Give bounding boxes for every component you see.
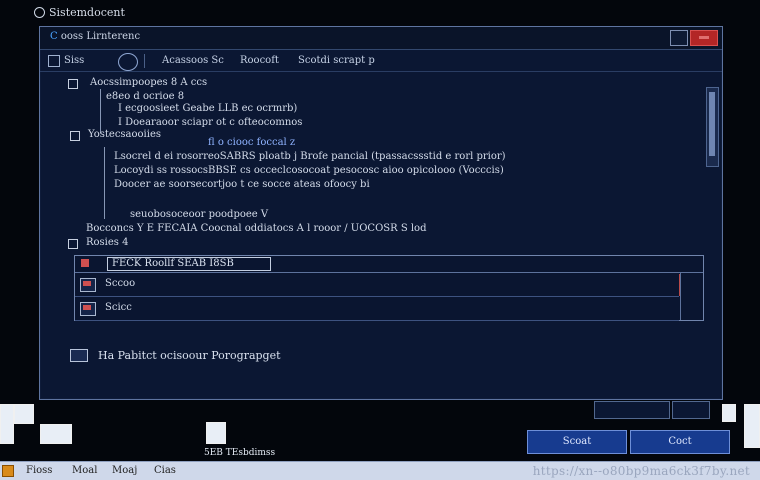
tree-node[interactable]: I ecgoosieet Geabe LLB ec ocrmrb)	[118, 103, 297, 114]
taskbar-item[interactable]: Fioss	[26, 465, 52, 476]
cancel-button[interactable]: Coct	[630, 430, 730, 454]
app-logo-icon	[34, 7, 45, 18]
start-icon[interactable]	[2, 465, 14, 477]
toolbar-refresh-icon[interactable]	[118, 53, 138, 71]
filter-header-icon	[81, 259, 89, 267]
tree-node[interactable]: I Doearaoor sciapr ot c ofteocomnos	[118, 117, 302, 128]
window-title-text: ooss Lirnterenc	[60, 31, 141, 42]
tree-node-root[interactable]: Aocssimpoopes 8 A ccs	[90, 77, 207, 88]
toolbar-separator	[144, 54, 145, 68]
tree-connector	[100, 89, 101, 133]
tree-node[interactable]: seuobosoceoor poodpoee V	[130, 209, 268, 220]
window-title-prefix: C	[50, 31, 58, 42]
tree-node[interactable]: Lsocrel d ei rosorreoSABRS ploatb j Brof…	[114, 151, 506, 162]
tree-node[interactable]: Locoydi ss rossocsBBSE cs occeclcosocoat…	[114, 165, 504, 176]
desktop-tile[interactable]	[744, 404, 760, 448]
status-text: Ha Pabitct ocisoour Porograpget	[98, 349, 281, 362]
close-button[interactable]	[690, 30, 718, 46]
desktop-tile[interactable]	[206, 422, 226, 444]
tree-node-extra: fl o ciooc foccal z	[208, 137, 296, 148]
window-titlebar[interactable]: C ooss Lirnterenc	[40, 27, 722, 50]
tree-node[interactable]: Doocer ae soorsecortjoo t ce socce ateas…	[114, 179, 370, 190]
app-title-text: Sistemdocent	[49, 6, 125, 19]
toolbar-item-4[interactable]: Scotdi scrapt p	[298, 55, 375, 66]
program-icon	[70, 349, 88, 362]
tree-expander-icon[interactable]	[68, 239, 78, 249]
taskbar-item[interactable]: Moaj	[112, 465, 137, 476]
app-title: Sistemdocent	[34, 6, 125, 19]
taskbar-item[interactable]: Moal	[72, 465, 97, 476]
inner-blank-button[interactable]	[594, 401, 670, 419]
inner-icon-button[interactable]	[672, 401, 710, 419]
tree-node-second[interactable]: Yostecsaooiies	[88, 129, 161, 140]
list-item[interactable]: Scicc	[75, 298, 679, 321]
tree-connector	[104, 147, 105, 219]
maximize-button[interactable]	[670, 30, 688, 46]
row-label: Scicc	[105, 302, 132, 313]
watermark-text: https://xn--o80bp9ma6ck3f7by.net	[532, 464, 750, 478]
tree-expander-icon[interactable]	[70, 131, 80, 141]
toolbar-item-1[interactable]: Siss	[64, 55, 84, 66]
filter-header: FECK Roollf SEAB I8SB	[75, 256, 703, 273]
window-title: C ooss Lirnterenc	[50, 31, 140, 42]
desktop-label: 5EB TEsbdimss	[204, 448, 276, 458]
desktop-tile[interactable]	[14, 404, 34, 424]
taskbar: Fioss Moal Moaj Cias https://xn--o80bp9m…	[0, 461, 760, 480]
row-item-icon	[80, 278, 96, 292]
toolbar: Siss Acassoos Sc Roocoft Scotdi scrapt p	[40, 51, 722, 72]
vertical-scrollbar[interactable]	[706, 87, 719, 167]
toolbar-item-3[interactable]: Roocoft	[240, 55, 279, 66]
toolbar-menu-icon[interactable]	[48, 55, 60, 67]
filter-list: FECK Roollf SEAB I8SB Sccoo Scicc	[74, 255, 704, 321]
ok-button[interactable]: Scoat	[527, 430, 627, 454]
tree-node-third[interactable]: Rosies 4	[86, 237, 128, 248]
scrollbar-thumb[interactable]	[709, 92, 715, 156]
properties-window: C ooss Lirnterenc Siss Acassoos Sc Rooco…	[39, 26, 723, 419]
row-item-icon	[80, 302, 96, 316]
toolbar-item-2[interactable]: Acassoos Sc	[162, 55, 224, 66]
tree-node-bar[interactable]: Bocconcs Y E FECAIA Coocnal oddiatocs A …	[86, 223, 426, 234]
filter-scrollbar[interactable]	[680, 272, 703, 320]
desktop-tile[interactable]	[722, 404, 736, 422]
status-line: Ha Pabitct ocisoour Porograpget	[70, 349, 281, 362]
tree-expander-icon[interactable]	[68, 79, 78, 89]
row-label: Sccoo	[105, 278, 136, 289]
filter-header-cell[interactable]: FECK Roollf SEAB I8SB	[107, 257, 271, 271]
taskbar-item[interactable]: Cias	[154, 465, 176, 476]
desktop-tile[interactable]	[40, 424, 72, 444]
list-item[interactable]: Sccoo	[75, 274, 681, 297]
tree-node[interactable]: e8eo d ocrioe 8	[106, 91, 184, 102]
desktop-tile[interactable]	[0, 404, 14, 444]
